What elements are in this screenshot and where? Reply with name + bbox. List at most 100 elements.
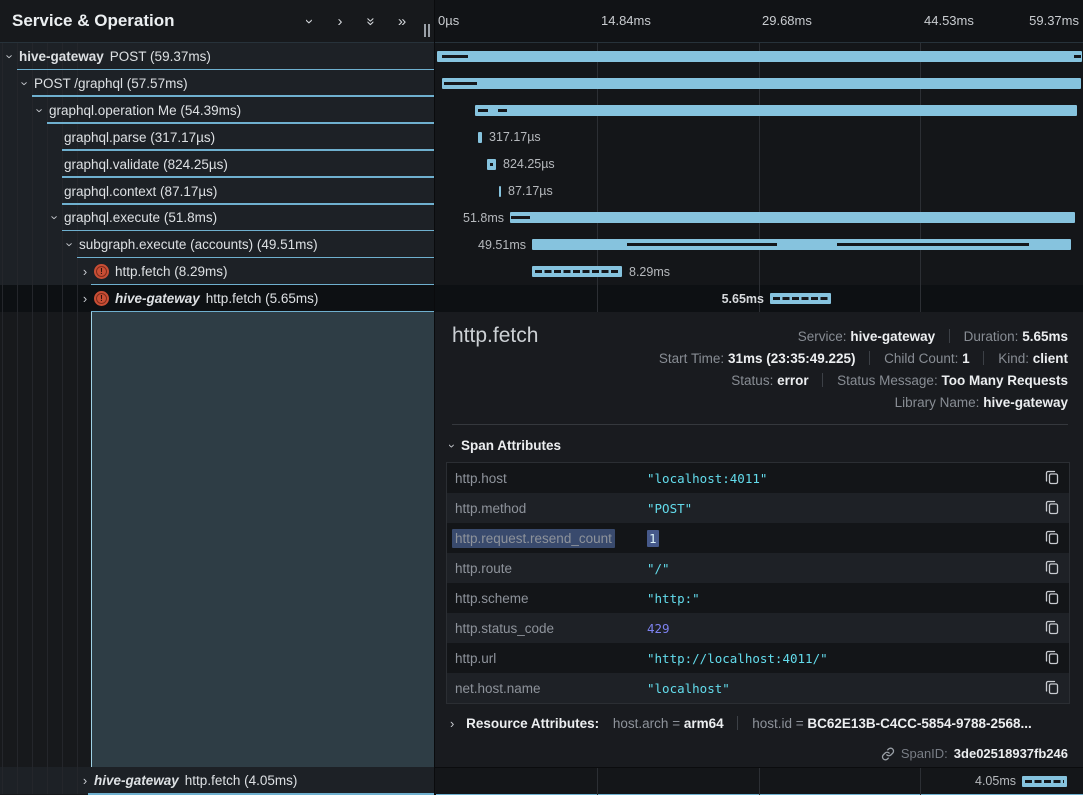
tree-row[interactable]: graphql.validate (824.25µs) [0, 151, 435, 178]
copy-icon[interactable] [1043, 649, 1061, 667]
row-underline [62, 149, 435, 151]
bar-row [435, 43, 1083, 70]
copy-icon[interactable] [1043, 529, 1061, 547]
bar-row [435, 70, 1083, 97]
row-underline [77, 257, 435, 259]
span-name: POST (59.37ms) [110, 49, 211, 64]
attribute-key: http.host [455, 471, 507, 486]
span-bar[interactable] [532, 266, 622, 277]
span-bar[interactable] [478, 132, 482, 143]
meta-line-3: Status: error Status Message: Too Many R… [659, 370, 1068, 392]
span-id-label: SpanID: [901, 746, 948, 761]
span-bar[interactable] [1022, 776, 1067, 787]
expand-all-icon[interactable]: » [395, 14, 409, 29]
bottom-bar-row: 4.05ms [435, 767, 1083, 794]
span-id-row: SpanID: 3de02518937fb246 [881, 746, 1068, 761]
tree-row[interactable]: › hive-gateway http.fetch (4.05ms) [0, 767, 435, 794]
collapse-all-icon[interactable]: » [364, 14, 378, 29]
chevron-down-icon[interactable]: › [4, 49, 16, 64]
attribute-row: http.scheme "http:" [447, 583, 1069, 613]
row-underline [32, 95, 435, 97]
span-name: http.fetch (4.05ms) [185, 773, 298, 788]
attribute-key: http.request.resend_count [455, 531, 615, 546]
copy-icon[interactable] [1043, 619, 1061, 637]
attribute-row: http.status_code 429 [447, 613, 1069, 643]
span-bar[interactable] [499, 186, 501, 197]
span-bar[interactable] [532, 239, 1071, 250]
copy-icon[interactable] [1043, 589, 1061, 607]
meta-library: hive-gateway [983, 395, 1068, 410]
collapse-one-icon[interactable]: › [302, 14, 316, 29]
meta-status: error [777, 373, 809, 388]
attribute-value: "localhost:4011" [647, 471, 767, 486]
tree-row-root[interactable]: › hive-gateway POST (59.37ms) [0, 43, 435, 70]
chevron-right-icon[interactable]: › [79, 264, 91, 279]
meta-child-count: 1 [962, 351, 970, 366]
tree-row[interactable]: graphql.context (87.17µs) [0, 178, 435, 205]
resource-attributes-row[interactable]: › Resource Attributes: host.arch = arm64… [450, 716, 1068, 731]
span-bar[interactable] [475, 105, 1077, 116]
bar-row: 824.25µs [435, 151, 1083, 178]
span-bar[interactable] [487, 159, 496, 170]
span-id-value: 3de02518937fb246 [954, 746, 1068, 761]
span-bar[interactable] [770, 293, 831, 304]
chevron-down-icon[interactable]: › [64, 237, 76, 252]
span-detail-title: http.fetch [452, 324, 538, 348]
attribute-value: "http:" [647, 591, 700, 606]
expand-one-icon[interactable]: › [333, 14, 347, 29]
tree-row[interactable]: graphql.parse (317.17µs) [0, 124, 435, 151]
copy-icon[interactable] [1043, 559, 1061, 577]
chevron-right-icon[interactable]: › [79, 773, 91, 788]
tick-label: 0µs [438, 13, 459, 28]
span-name: graphql.operation Me (54.39ms) [49, 103, 241, 118]
tree-row[interactable]: › subgraph.execute (accounts) (49.51ms) [0, 231, 435, 258]
chevron-down-icon[interactable]: › [49, 210, 61, 225]
service-name: hive-gateway [115, 291, 200, 306]
meta-line-2: Start Time: 31ms (23:35:49.225) Child Co… [659, 348, 1068, 370]
span-bar[interactable] [442, 78, 1081, 89]
meta-start-time: 31ms (23:35:49.225) [728, 351, 856, 366]
copy-icon[interactable] [1043, 469, 1061, 487]
span-bar[interactable] [510, 212, 1075, 223]
attribute-value: "http://localhost:4011/" [647, 651, 828, 666]
bar-row: 317.17µs [435, 124, 1083, 151]
tree-panel-header: Service & Operation › › » » [0, 0, 435, 43]
bar-row: 49.51ms [435, 231, 1083, 258]
row-underline [17, 69, 435, 71]
tree-row[interactable]: › graphql.operation Me (54.39ms) [0, 97, 435, 124]
span-name: subgraph.execute (accounts) (49.51ms) [79, 237, 318, 252]
attribute-row: http.method "POST" [447, 493, 1069, 523]
attribute-value: "POST" [647, 501, 692, 516]
bar-duration-label: 51.8ms [463, 211, 504, 225]
copy-icon[interactable] [1043, 679, 1061, 697]
chevron-down-icon[interactable]: › [19, 76, 31, 91]
bar-duration-label: 824.25µs [503, 157, 555, 171]
chevron-right-icon: › [450, 716, 454, 731]
panel-resize-handle[interactable] [424, 24, 432, 37]
chevron-right-icon[interactable]: › [79, 291, 91, 306]
tree-row-selected[interactable]: › ! hive-gateway http.fetch (5.65ms) [0, 285, 435, 312]
link-icon[interactable] [881, 747, 895, 761]
bar-row: 8.29ms [435, 258, 1083, 285]
meta-status-message: Too Many Requests [941, 373, 1068, 388]
bar-row-selected: 5.65ms [435, 285, 1083, 312]
attribute-row: http.route "/" [447, 553, 1069, 583]
tree-row[interactable]: › POST /graphql (57.57ms) [0, 70, 435, 97]
chevron-down-icon[interactable]: › [34, 103, 46, 118]
tick-label: 59.37ms [1029, 13, 1079, 28]
bar-duration-label: 5.65ms [722, 292, 764, 306]
gridline [920, 768, 921, 795]
copy-icon[interactable] [1043, 499, 1061, 517]
bar-duration-label: 4.05ms [975, 774, 1016, 788]
tree-row[interactable]: › graphql.execute (51.8ms) [0, 204, 435, 231]
attribute-key: http.url [455, 651, 496, 666]
bar-row: 51.8ms [435, 204, 1083, 231]
span-bar[interactable] [437, 51, 1082, 62]
span-attributes-header[interactable]: ›Span Attributes [450, 438, 561, 453]
span-name: graphql.parse (317.17µs) [64, 130, 215, 145]
gridline [759, 768, 760, 795]
meta-line-4: Library Name: hive-gateway [659, 392, 1068, 414]
tree-row[interactable]: › ! http.fetch (8.29ms) [0, 258, 435, 285]
panel-title: Service & Operation [0, 11, 175, 31]
row-underline [91, 284, 435, 286]
